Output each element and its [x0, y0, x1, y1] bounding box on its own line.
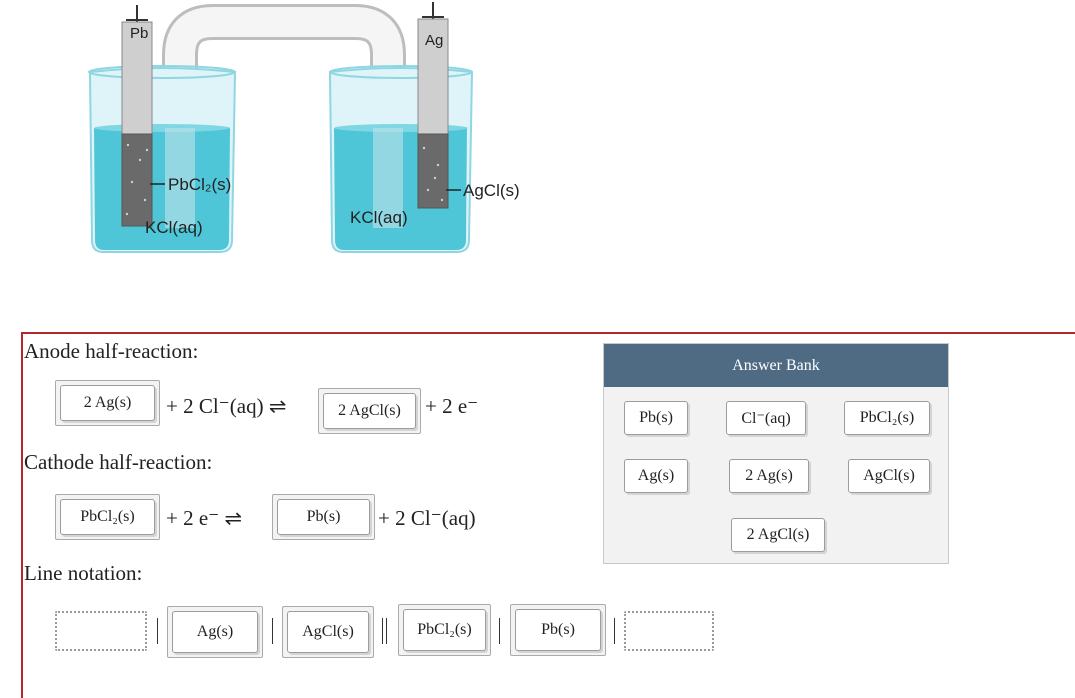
electrode-label-ag: Ag: [425, 32, 443, 49]
left-kcl-label: KCl(aq): [145, 218, 203, 237]
line-tile-4[interactable]: PbCl₂(s): [403, 609, 486, 651]
line-tile-2[interactable]: Ag(s): [172, 611, 258, 653]
anode-label: Anode half-reaction:: [24, 339, 199, 363]
bank-tile-2ag[interactable]: 2 Ag(s): [729, 459, 809, 493]
anode-text-1: + 2 Cl⁻(aq) ⇌: [166, 394, 287, 418]
phase-boundary-1: [157, 618, 158, 644]
line-drop-zone-6[interactable]: [624, 611, 714, 651]
phase-boundary-3: [499, 618, 500, 644]
bank-tile-pb[interactable]: Pb(s): [624, 401, 688, 435]
line-drop-zone-5[interactable]: Pb(s): [510, 604, 606, 656]
cathode-text-1: + 2 e⁻ ⇌: [166, 506, 243, 530]
agcl-label: AgCl(s): [463, 181, 520, 200]
line-drop-zone-2[interactable]: Ag(s): [167, 606, 263, 658]
phase-boundary-2: [272, 618, 273, 644]
line-tile-3[interactable]: AgCl(s): [287, 611, 369, 653]
pbcl2-label: PbCl₂(s): [168, 175, 231, 194]
phase-boundary-4: [614, 618, 615, 644]
line-tile-5[interactable]: Pb(s): [515, 609, 601, 651]
line-drop-zone-4[interactable]: PbCl₂(s): [398, 604, 491, 656]
anode-tile-2[interactable]: 2 AgCl(s): [323, 393, 416, 429]
answer-bank-title: Answer Bank: [604, 344, 948, 387]
cathode-label: Cathode half-reaction:: [24, 450, 213, 474]
bank-tile-pbcl2[interactable]: PbCl₂(s): [844, 401, 930, 435]
cathode-tile-2[interactable]: Pb(s): [277, 499, 370, 535]
electrochemical-cell-figure: Pb Ag PbCl₂(s) AgCl(s) KCl(aq) KCl(aq): [88, 2, 520, 253]
bank-tile-agcl[interactable]: AgCl(s): [848, 459, 930, 493]
electrode-label-pb: Pb: [130, 25, 148, 42]
cathode-drop-zone-2[interactable]: Pb(s): [272, 494, 375, 540]
line-notation-label: Line notation:: [24, 561, 143, 585]
line-drop-zone-1[interactable]: [55, 611, 147, 651]
cathode-drop-zone-1[interactable]: PbCl₂(s): [55, 494, 160, 540]
answer-bank: Answer Bank Pb(s) Cl⁻(aq) PbCl₂(s) Ag(s)…: [603, 343, 949, 564]
bank-tile-2agcl[interactable]: 2 AgCl(s): [731, 518, 825, 552]
cathode-text-2: + 2 Cl⁻(aq): [378, 506, 476, 530]
cathode-tile-1[interactable]: PbCl₂(s): [60, 499, 155, 535]
anode-text-2: + 2 e⁻: [425, 394, 479, 418]
anode-tile-1[interactable]: 2 Ag(s): [60, 385, 155, 421]
line-drop-zone-3[interactable]: AgCl(s): [282, 606, 374, 658]
bank-tile-chloride[interactable]: Cl⁻(aq): [726, 401, 806, 435]
anode-drop-zone-1[interactable]: 2 Ag(s): [55, 380, 160, 426]
bank-tile-ag[interactable]: Ag(s): [624, 459, 688, 493]
salt-bridge-symbol: [382, 618, 387, 644]
right-kcl-label: KCl(aq): [350, 208, 408, 227]
anode-drop-zone-2[interactable]: 2 AgCl(s): [318, 388, 421, 434]
